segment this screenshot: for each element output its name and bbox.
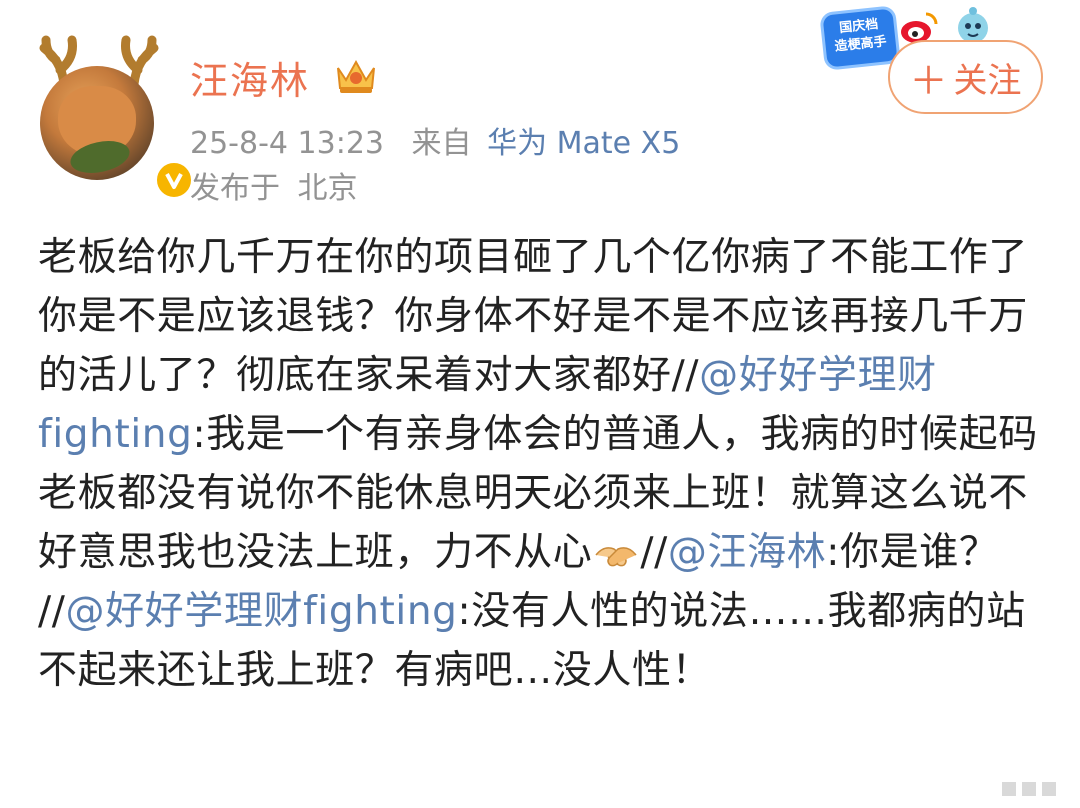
post-location: 发布于 北京 [190, 163, 358, 207]
post-text: 老板给你几千万在你的项目砸了几个亿你病了不能工作了你是不是应该退钱？你身体不好是… [38, 228, 1050, 700]
crown-icon [337, 59, 375, 93]
username[interactable]: 汪海林 [190, 50, 310, 105]
more-options-icon[interactable] [1000, 778, 1070, 800]
event-badge[interactable]: 国庆档 造梗高手 [822, 8, 898, 68]
follow-plus-icon: ＋ [909, 58, 948, 103]
verified-badge-icon [154, 160, 194, 200]
location-prefix: 发布于 [190, 171, 280, 206]
post-meta: 25-8-4 13:23 来自 华为 Mate X5 [190, 118, 680, 162]
post-timestamp: 25-8-4 13:23 [190, 126, 384, 161]
avatar[interactable] [40, 66, 154, 180]
mention-link[interactable]: @好好学理财fighting [65, 589, 457, 634]
mention-link[interactable]: @汪海林 [668, 530, 826, 575]
avatar-container[interactable] [34, 26, 194, 200]
follow-label: 关注 [953, 60, 1022, 101]
source-label: 来自 [411, 126, 472, 161]
location-name: 北京 [297, 171, 358, 206]
device-link[interactable]: 华为 Mate X5 [487, 126, 680, 161]
follow-button[interactable]: ＋ 关注 [888, 40, 1043, 114]
post-text-segment: // [640, 530, 668, 575]
handshake-icon [595, 547, 637, 567]
